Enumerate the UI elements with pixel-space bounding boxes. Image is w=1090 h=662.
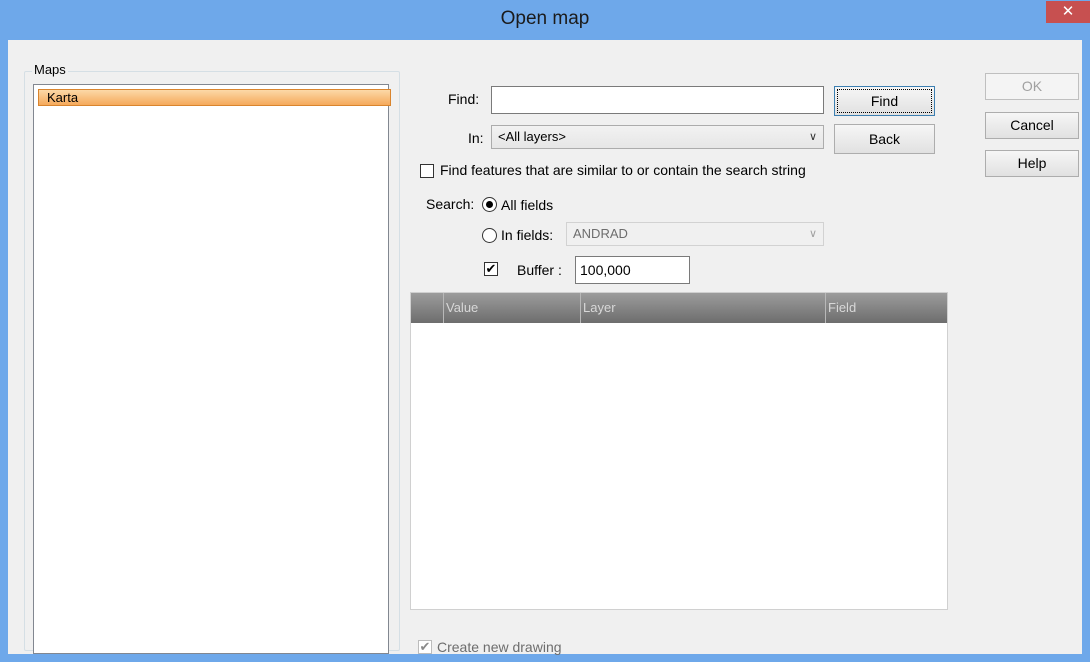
maps-list[interactable]: Karta: [33, 84, 391, 654]
column-header-layer[interactable]: Layer: [580, 293, 825, 323]
field-select[interactable]: ANDRAD ∨: [566, 222, 824, 246]
find-input[interactable]: [491, 86, 824, 114]
search-label: Search:: [426, 196, 475, 212]
window-title: Open map: [500, 8, 590, 29]
results-grid-header: Value Layer Field: [411, 293, 947, 323]
list-item-karta[interactable]: Karta: [38, 89, 391, 106]
buffer-label: Buffer :: [517, 262, 562, 278]
buffer-checkbox[interactable]: ✔: [484, 262, 498, 276]
in-fields-label: In fields:: [501, 227, 554, 243]
check-icon: ✔: [419, 639, 431, 654]
all-fields-radio[interactable]: [482, 197, 497, 212]
find-label: Find:: [448, 91, 480, 107]
close-button[interactable]: ✕: [1046, 1, 1090, 23]
create-drawing-label: Create new drawing: [437, 639, 562, 655]
chevron-down-icon: ∨: [808, 131, 817, 143]
find-button[interactable]: Find: [834, 86, 935, 116]
all-fields-label: All fields: [501, 197, 554, 213]
radio-dot: [486, 201, 493, 208]
chevron-down-icon: ∨: [808, 228, 817, 240]
column-header-value[interactable]: Value: [443, 293, 580, 323]
maps-legend: Maps: [32, 62, 68, 77]
results-grid[interactable]: Value Layer Field: [410, 292, 948, 610]
focus-rect: [837, 89, 932, 113]
title-bar[interactable]: Open map ✕: [0, 0, 1090, 40]
similar-checkbox[interactable]: [420, 164, 434, 178]
in-label: In:: [468, 130, 484, 146]
field-select-value: ANDRAD: [573, 226, 628, 241]
help-button[interactable]: Help: [985, 150, 1079, 177]
check-icon: ✔: [485, 261, 497, 276]
back-button[interactable]: Back: [834, 124, 935, 154]
create-drawing-checkbox[interactable]: ✔: [418, 640, 432, 654]
in-fields-radio[interactable]: [482, 228, 497, 243]
grid-corner: [411, 293, 444, 323]
ok-button[interactable]: OK: [985, 73, 1079, 100]
dialog-client: Maps Karta Find: Find In: <All layers> ∨…: [8, 40, 1082, 655]
column-header-field[interactable]: Field: [825, 293, 946, 323]
layer-select-value: <All layers>: [498, 129, 566, 144]
layer-select[interactable]: <All layers> ∨: [491, 125, 824, 149]
open-map-dialog: Open map ✕ Maps Karta Find: Find In: <Al…: [0, 0, 1090, 662]
cancel-button[interactable]: Cancel: [985, 112, 1079, 139]
similar-label: Find features that are similar to or con…: [440, 162, 806, 178]
close-icon: ✕: [1061, 3, 1075, 20]
buffer-input[interactable]: [575, 256, 690, 284]
